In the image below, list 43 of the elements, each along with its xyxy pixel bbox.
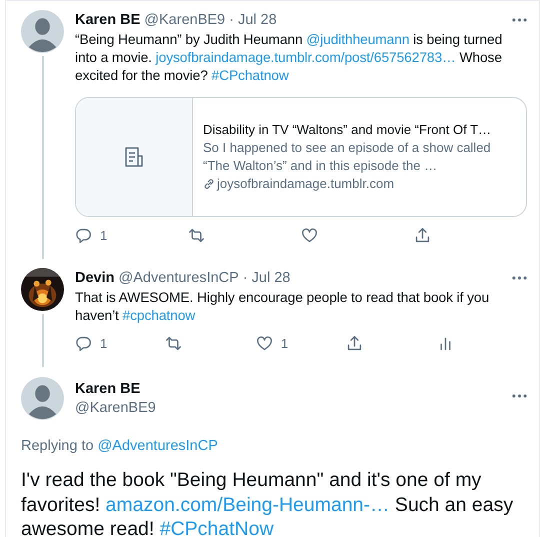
more-icon[interactable] (512, 276, 527, 280)
reply-icon (75, 226, 92, 244)
dot-separator: · (229, 12, 234, 28)
share-icon (414, 226, 431, 244)
share-icon (346, 334, 364, 352)
dot-separator: · (242, 270, 248, 286)
mention-link[interactable]: @AdventuresInCP (98, 438, 218, 454)
heart-icon (256, 334, 273, 352)
card-domain: joysofbraindamage.tumblr.com (217, 175, 394, 193)
tweet-link[interactable]: #CPchatNow (160, 518, 274, 537)
tweet-date[interactable]: Jul 28 (238, 12, 277, 28)
tweet-link[interactable]: amazon.com/Being-Heumann-… (106, 494, 390, 516)
author-handle[interactable]: @KarenBE9 (75, 400, 156, 416)
article-icon (123, 146, 145, 168)
tweet-text: That is AWESOME. Highly encourage people to read that book if you haven’t #cpchatnow (75, 289, 490, 325)
author-handle[interactable]: @KarenBE9 (144, 12, 226, 28)
tweet-link[interactable]: #CPchatnow (212, 68, 289, 83)
tweet-link[interactable]: #cpchatnow (122, 308, 196, 323)
tweet-text: I'v read the book "Being Heumann" and it's one of my favorites! amazon.com/Being-Heumann-… Such an easy awesome read! #CPchatNow (21, 468, 514, 537)
retweet-icon (188, 226, 205, 244)
link-card[interactable]: Disability in TV “Waltons” and movie “Front Of T… So I happened to see an episode of a show called “The Walton’s” and in this episode the … joysofbraindamage.tumblr.com (75, 97, 527, 217)
author-name[interactable]: Karen BE (75, 12, 140, 28)
replying-to-text: Replying to @AdventuresInCP (21, 438, 219, 454)
author-name[interactable]: Karen BE (75, 381, 156, 397)
avatar-icon[interactable] (21, 10, 64, 53)
author-handle[interactable]: @AdventuresInCP (118, 270, 239, 286)
tweet-text: “Being Heumann” by Judith Heumann @judithheumann is being turned into a movie. joysofbraindamage.tumblr.com/post/657562783… Whose excited for the movie? #CPchatnow (75, 31, 504, 85)
reply-button[interactable]: 1 (75, 226, 188, 244)
heart-icon (301, 226, 318, 244)
tweet-date[interactable]: Jul 28 (252, 270, 290, 286)
retweet-icon (165, 334, 182, 352)
like-button[interactable]: 1 (256, 334, 346, 352)
more-icon[interactable] (512, 394, 527, 398)
avatar-icon[interactable] (21, 377, 64, 420)
reply-icon (75, 334, 92, 352)
link-icon (203, 178, 215, 190)
more-icon[interactable] (512, 18, 527, 22)
card-description: So I happened to see an episode of a show called “The Walton’s” and in this episode the … (203, 139, 492, 175)
tweet-link[interactable]: @judithheumann (306, 32, 410, 47)
card-title: Disability in TV “Waltons” and movie “Front Of T… (203, 121, 492, 139)
tweet-link[interactable]: joysofbraindamage.tumblr.com/post/657562783… (156, 50, 456, 65)
author-name[interactable]: Devin (75, 270, 114, 286)
reply-button[interactable]: 1 (75, 334, 166, 352)
